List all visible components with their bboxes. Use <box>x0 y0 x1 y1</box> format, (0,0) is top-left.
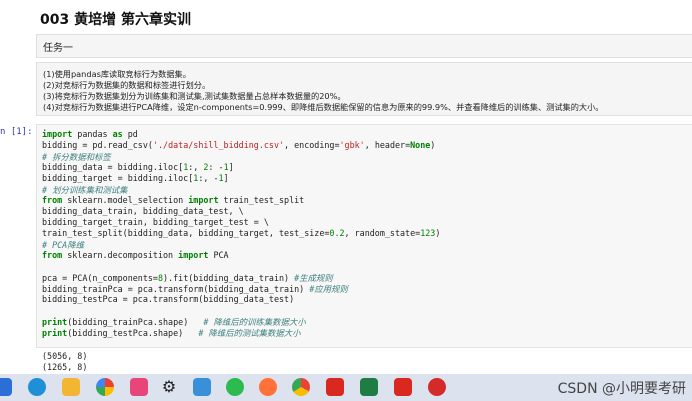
csdn-watermark: CSDN @小明要考研 <box>557 381 686 397</box>
task-heading: 任务一 <box>43 43 73 54</box>
wps-writer-icon[interactable] <box>394 378 412 396</box>
wps-icon[interactable] <box>326 378 344 396</box>
cell-prompt: n [1]: <box>0 127 33 137</box>
code-line: bidding_data_train, bidding_data_test, \ <box>42 206 244 216</box>
excel-icon[interactable] <box>360 378 378 396</box>
cell-output-line: (1265, 8) <box>42 362 88 372</box>
chrome-icon[interactable] <box>292 378 310 396</box>
code-line: from sklearn.decomposition import PCA <box>42 250 229 260</box>
gear-icon[interactable]: ⚙ <box>160 378 178 396</box>
cell-output-line: (5056, 8) <box>42 351 88 361</box>
code-cell[interactable]: import pandas as pd bidding = pd.read_cs… <box>36 124 692 348</box>
start-icon[interactable] <box>0 378 12 396</box>
notebook-page: 003 黄培增 第六章实训 任务一 (1)使用pandas库读取竞标行为数据集。… <box>0 0 692 374</box>
wechat-icon[interactable] <box>226 378 244 396</box>
edge-icon[interactable] <box>28 378 46 396</box>
media-icon[interactable] <box>130 378 148 396</box>
code-line: import pandas as pd <box>42 129 138 139</box>
code-line: bidding_target = bidding.iloc[1:, -1] <box>42 173 229 183</box>
firefox-icon[interactable] <box>259 378 277 396</box>
code-line: bidding_target_train, bidding_target_tes… <box>42 217 269 227</box>
folder-icon[interactable] <box>62 378 80 396</box>
netease-music-icon[interactable] <box>428 378 446 396</box>
code-line: print(bidding_testPca.shape) # 降维后的测试集数据… <box>42 328 301 338</box>
markdown-cell-task-heading[interactable]: 任务一 <box>36 34 692 58</box>
notebook-title: 003 黄培增 第六章实训 <box>40 12 191 28</box>
pinwheel-icon[interactable] <box>96 378 114 396</box>
code-line: bidding_testPca = pca.transform(bidding_… <box>42 294 295 304</box>
notepad-icon[interactable] <box>193 378 211 396</box>
code-line: bidding_data = bidding.iloc[1:, 2: -1] <box>42 162 234 172</box>
code-line: train_test_split(bidding_data, bidding_t… <box>42 228 441 238</box>
code-line: from sklearn.model_selection import trai… <box>42 195 305 205</box>
code-line: bidding = pd.read_csv('./data/shill_bidd… <box>42 140 436 150</box>
task-line: (4)对竞标行为数据集进行PCA降维，设定n-components=0.999、… <box>43 102 604 112</box>
markdown-cell-task-list[interactable]: (1)使用pandas库读取竞标行为数据集。 (2)对竞标行为数据集的数据和标签… <box>36 62 692 116</box>
